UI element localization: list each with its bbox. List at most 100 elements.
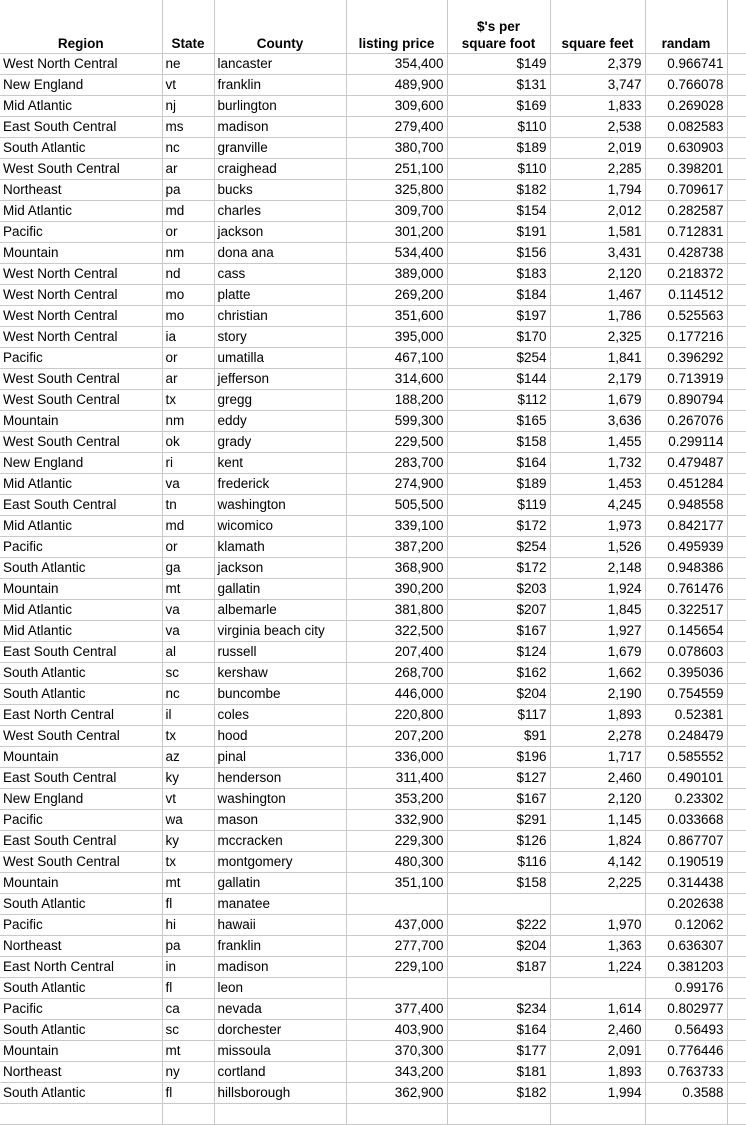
cell-trailing[interactable] bbox=[727, 557, 746, 579]
cell-region[interactable]: Pacific bbox=[0, 536, 163, 558]
cell-region[interactable]: South Atlantic bbox=[0, 683, 163, 705]
table-row[interactable]: Pacific or klamath 387,200 $254 1,526 0.495939 bbox=[0, 536, 746, 558]
cell-randam[interactable]: 0.766078 bbox=[645, 74, 728, 96]
cell-state[interactable]: ri bbox=[162, 452, 215, 474]
cell-randam[interactable]: 0.709617 bbox=[645, 179, 728, 201]
cell-trailing[interactable] bbox=[727, 746, 746, 768]
cell-region[interactable]: South Atlantic bbox=[0, 893, 163, 915]
cell-square-feet[interactable]: 1,224 bbox=[550, 956, 646, 978]
cell-state[interactable]: ca bbox=[162, 998, 215, 1020]
cell-state[interactable]: hi bbox=[162, 914, 215, 936]
cell-county[interactable]: washington bbox=[214, 788, 347, 810]
table-row[interactable]: South Atlantic nc buncombe 446,000 $204 2,190… bbox=[0, 683, 746, 705]
cell-region[interactable]: Mid Atlantic bbox=[0, 200, 163, 222]
cell-listing-price[interactable]: 301,200 bbox=[346, 221, 448, 243]
cell-square-feet[interactable]: 2,179 bbox=[550, 368, 646, 390]
cell-randam[interactable]: 0.99176 bbox=[645, 977, 728, 999]
cell-per-square-foot[interactable]: $187 bbox=[447, 956, 551, 978]
column-header-region[interactable]: Region bbox=[0, 0, 163, 54]
cell-trailing[interactable] bbox=[727, 137, 746, 159]
cell-listing-price[interactable] bbox=[346, 893, 448, 915]
table-row[interactable]: West South Central ok grady 229,500 $158 1,45… bbox=[0, 431, 746, 453]
cell-trailing[interactable] bbox=[727, 1061, 746, 1083]
cell-region[interactable]: New England bbox=[0, 74, 163, 96]
cell-county[interactable]: lancaster bbox=[214, 53, 347, 75]
table-row[interactable]: South Atlantic sc kershaw 268,700 $162 1,662 0… bbox=[0, 662, 746, 684]
cell-state[interactable]: tx bbox=[162, 725, 215, 747]
cell-listing-price[interactable]: 437,000 bbox=[346, 914, 448, 936]
cell-listing-price[interactable]: 339,100 bbox=[346, 515, 448, 537]
table-row[interactable]: Mountain mt gallatin 351,100 $158 2,225 0.3144… bbox=[0, 872, 746, 894]
cell-state[interactable]: md bbox=[162, 515, 215, 537]
cell-randam[interactable]: 0.398201 bbox=[645, 158, 728, 180]
cell-square-feet[interactable]: 1,994 bbox=[550, 1082, 646, 1104]
cell-listing-price[interactable]: 220,800 bbox=[346, 704, 448, 726]
cell-per-square-foot[interactable]: $162 bbox=[447, 662, 551, 684]
cell-listing-price[interactable]: 283,700 bbox=[346, 452, 448, 474]
cell-county[interactable]: story bbox=[214, 326, 347, 348]
cell-per-square-foot[interactable]: $154 bbox=[447, 200, 551, 222]
cell-randam[interactable]: 0.314438 bbox=[645, 872, 728, 894]
table-row[interactable]: Northeast ny cortland 343,200 $181 1,893 0.763… bbox=[0, 1061, 746, 1083]
cell-listing-price[interactable]: 325,800 bbox=[346, 179, 448, 201]
table-row[interactable]: New England vt franklin 489,900 $131 3,747 0.7… bbox=[0, 74, 746, 96]
cell-per-square-foot[interactable]: $177 bbox=[447, 1040, 551, 1062]
cell-region[interactable]: South Atlantic bbox=[0, 1082, 163, 1104]
cell-region[interactable]: Mountain bbox=[0, 1040, 163, 1062]
cell-state[interactable]: ar bbox=[162, 158, 215, 180]
cell-listing-price[interactable]: 251,100 bbox=[346, 158, 448, 180]
cell-trailing[interactable] bbox=[727, 95, 746, 117]
cell-per-square-foot[interactable]: $291 bbox=[447, 809, 551, 831]
cell-square-feet[interactable]: 1,794 bbox=[550, 179, 646, 201]
cell-square-feet[interactable]: 1,526 bbox=[550, 536, 646, 558]
cell-trailing[interactable] bbox=[727, 851, 746, 873]
cell-region[interactable]: East South Central bbox=[0, 641, 163, 663]
cell-per-square-foot[interactable]: $182 bbox=[447, 1082, 551, 1104]
cell-square-feet[interactable]: 1,679 bbox=[550, 389, 646, 411]
cell-randam[interactable]: 0.890794 bbox=[645, 389, 728, 411]
cell-county[interactable]: montgomery bbox=[214, 851, 347, 873]
table-row[interactable]: West South Central tx montgomery 480,300 $11… bbox=[0, 851, 746, 873]
cell-per-square-foot[interactable]: $164 bbox=[447, 452, 551, 474]
cell-state[interactable]: pa bbox=[162, 179, 215, 201]
table-row[interactable]: Pacific ca nevada 377,400 $234 1,614 0.802977 bbox=[0, 998, 746, 1020]
cell-randam[interactable]: 0.52381 bbox=[645, 704, 728, 726]
cell-randam[interactable]: 0.190519 bbox=[645, 851, 728, 873]
table-row[interactable]: East North Central il coles 220,800 $117 1,89… bbox=[0, 704, 746, 726]
cell-trailing[interactable] bbox=[727, 704, 746, 726]
cell-trailing[interactable] bbox=[727, 326, 746, 348]
cell-randam[interactable]: 0.867707 bbox=[645, 830, 728, 852]
cell-trailing[interactable] bbox=[727, 389, 746, 411]
table-row[interactable]: Northeast pa franklin 277,700 $204 1,363 0.636… bbox=[0, 935, 746, 957]
cell-state[interactable]: or bbox=[162, 536, 215, 558]
cell-trailing[interactable] bbox=[727, 494, 746, 516]
cell-region[interactable]: Mid Atlantic bbox=[0, 599, 163, 621]
cell-listing-price[interactable] bbox=[346, 1103, 448, 1125]
cell-state[interactable]: nc bbox=[162, 683, 215, 705]
cell-listing-price[interactable]: 309,600 bbox=[346, 95, 448, 117]
cell-county[interactable]: dona ana bbox=[214, 242, 347, 264]
cell-square-feet[interactable]: 1,927 bbox=[550, 620, 646, 642]
column-header-square-feet[interactable]: square feet bbox=[550, 0, 646, 54]
cell-trailing[interactable] bbox=[727, 788, 746, 810]
cell-per-square-foot[interactable]: $149 bbox=[447, 53, 551, 75]
cell-region[interactable]: Mountain bbox=[0, 746, 163, 768]
cell-region[interactable]: Mid Atlantic bbox=[0, 515, 163, 537]
cell-county[interactable]: eddy bbox=[214, 410, 347, 432]
cell-trailing[interactable] bbox=[727, 305, 746, 327]
cell-per-square-foot[interactable] bbox=[447, 977, 551, 999]
cell-state[interactable]: fl bbox=[162, 893, 215, 915]
cell-trailing[interactable] bbox=[727, 284, 746, 306]
cell-randam[interactable]: 0.585552 bbox=[645, 746, 728, 768]
cell-listing-price[interactable]: 377,400 bbox=[346, 998, 448, 1020]
cell-listing-price[interactable]: 489,900 bbox=[346, 74, 448, 96]
table-row[interactable]: Northeast pa bucks 325,800 $182 1,794 0.709617 bbox=[0, 179, 746, 201]
cell-county[interactable]: jackson bbox=[214, 221, 347, 243]
cell-trailing[interactable] bbox=[727, 200, 746, 222]
cell-listing-price[interactable]: 370,300 bbox=[346, 1040, 448, 1062]
cell-region[interactable]: Northeast bbox=[0, 1061, 163, 1083]
table-row[interactable]: East South Central tn washington 505,500 $11… bbox=[0, 494, 746, 516]
cell-region[interactable]: South Atlantic bbox=[0, 977, 163, 999]
cell-region[interactable]: East South Central bbox=[0, 116, 163, 138]
cell-state[interactable]: md bbox=[162, 200, 215, 222]
